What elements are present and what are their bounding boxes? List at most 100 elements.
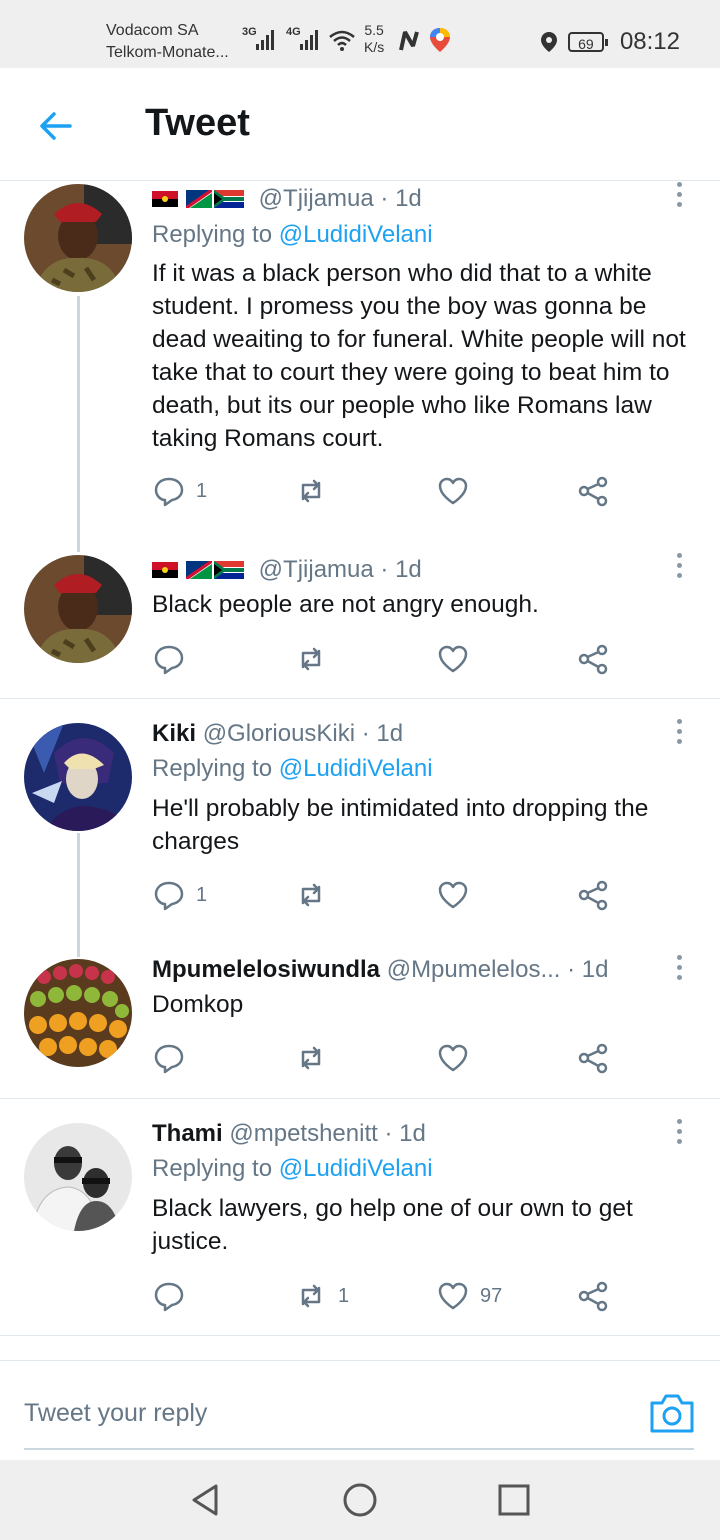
retweet-button[interactable]: 1 (294, 1276, 349, 1316)
tweet-meta: Thami @mpetshenitt · 1d (152, 1119, 426, 1149)
battery-icon: 69 (567, 32, 608, 52)
tweet-3[interactable]: Kiki @GloriousKiki · 1d Replying to @Lud… (0, 699, 720, 957)
tweet-time: · 1d (361, 720, 404, 747)
reply-button[interactable] (152, 639, 196, 679)
like-button[interactable] (436, 639, 480, 679)
tweet-time: · 1d (380, 185, 422, 212)
carrier-2: Telkom-Monate... (106, 44, 229, 61)
tweet-handle[interactable]: @Mpumelelos... (387, 956, 561, 983)
share-icon (578, 644, 608, 675)
retweet-button[interactable] (294, 1038, 338, 1078)
replying-handle-link[interactable]: @LudidiVelani (279, 755, 433, 782)
share-icon (578, 880, 608, 911)
back-arrow-icon[interactable] (36, 106, 76, 146)
avatar[interactable] (24, 723, 132, 831)
tweet-4[interactable]: Mpumelelosiwundla @Mpumelelos... · 1d Do… (0, 935, 720, 1098)
heart-icon (438, 477, 468, 505)
reply-button[interactable] (152, 1038, 196, 1078)
reply-button[interactable] (152, 1276, 196, 1316)
flags-icon (152, 561, 244, 579)
retweet-count: 1 (338, 1284, 350, 1307)
app-header: Tweet (0, 68, 720, 181)
replying-handle-link[interactable]: @LudidiVelani (279, 221, 433, 248)
reply-input[interactable]: Tweet your reply (24, 1399, 207, 1428)
system-nav-bar (0, 1460, 720, 1540)
tweet-author-name[interactable]: Mpumelelosiwundla (152, 956, 380, 983)
like-button[interactable] (436, 1038, 480, 1078)
tweet-text: If it was a black person who did that to… (152, 260, 686, 452)
status-right: 69 08:12 (538, 28, 680, 56)
reply-count: 1 (196, 883, 208, 906)
tweet-actions: 1 (152, 471, 632, 511)
retweet-button[interactable] (294, 875, 338, 915)
avatar[interactable] (24, 1123, 132, 1231)
thread-line (77, 296, 80, 552)
tweet-handle[interactable]: @Tjijamua (259, 556, 374, 583)
recents-square-icon[interactable] (494, 1480, 534, 1520)
tweet-text: Black lawyers, go help one of our own to… (152, 1195, 633, 1255)
network-type-2: 4G (286, 26, 301, 38)
like-button[interactable] (436, 471, 480, 511)
network-speed: 5.5 K/s (364, 22, 385, 55)
tweet-meta: @Tjijamua · 1d (152, 184, 422, 214)
wifi-icon (329, 30, 355, 51)
tweet-handle[interactable]: @mpetshenitt (229, 1120, 377, 1147)
replying-to: Replying to @LudidiVelani (152, 221, 433, 248)
signal-bars-icon (256, 28, 278, 50)
more-options-icon[interactable] (674, 1119, 684, 1149)
tweet-time: · 1d (380, 556, 422, 583)
flags-icon (152, 190, 244, 208)
tweet-5[interactable]: Thami @mpetshenitt · 1d Replying to @Lud… (0, 1099, 720, 1335)
share-icon (578, 1043, 608, 1074)
share-button[interactable] (576, 1038, 610, 1078)
network-type-1: 3G (242, 26, 257, 38)
share-button[interactable] (576, 1276, 610, 1316)
signal-bars-icon (300, 28, 322, 50)
share-button[interactable] (576, 639, 610, 679)
carrier-info: Vodacom SA Telkom-Monate... (106, 20, 229, 64)
share-button[interactable] (576, 471, 610, 511)
camera-icon[interactable] (648, 1391, 696, 1435)
tweet-handle[interactable]: @GloriousKiki (203, 720, 355, 747)
replying-to: Replying to @LudidiVelani (152, 755, 433, 782)
more-options-icon[interactable] (674, 182, 684, 212)
heart-icon (438, 1044, 468, 1072)
back-triangle-icon[interactable] (186, 1480, 226, 1520)
more-options-icon[interactable] (674, 719, 684, 749)
tweet-1[interactable]: @Tjijamua · 1d Replying to @LudidiVelani… (0, 180, 720, 552)
retweet-icon (301, 883, 321, 907)
like-count: 97 (480, 1284, 503, 1307)
reply-count: 1 (196, 479, 208, 502)
more-options-icon[interactable] (674, 955, 684, 985)
reply-button[interactable]: 1 (152, 471, 207, 511)
clock: 08:12 (619, 28, 680, 55)
retweet-icon (301, 1046, 321, 1070)
like-button[interactable]: 97 (436, 1276, 502, 1316)
tweet-2[interactable]: @Tjijamua · 1d Black people are not angr… (0, 550, 720, 698)
replying-handle-link[interactable]: @LudidiVelani (279, 1155, 433, 1182)
nfc-icon (399, 31, 419, 51)
reply-icon (154, 1282, 184, 1312)
retweet-button[interactable] (294, 639, 338, 679)
reply-button[interactable]: 1 (152, 875, 207, 915)
heart-icon (438, 1282, 468, 1310)
retweet-button[interactable] (294, 471, 338, 511)
like-button[interactable] (436, 875, 480, 915)
tweet-text: Domkop (152, 991, 244, 1018)
tweet-handle[interactable]: @Tjijamua (259, 185, 374, 212)
avatar[interactable] (24, 555, 132, 663)
avatar[interactable] (24, 959, 132, 1067)
reply-icon (154, 645, 184, 675)
replying-to: Replying to @LudidiVelani (152, 1155, 433, 1182)
share-button[interactable] (576, 875, 610, 915)
home-circle-icon[interactable] (340, 1480, 380, 1520)
tweet-text: He'll probably be intimidated into dropp… (152, 795, 649, 855)
avatar[interactable] (24, 184, 132, 292)
reply-input-underline (24, 1448, 694, 1450)
tweet-time: · 1d (567, 956, 609, 983)
reply-icon (154, 477, 184, 507)
tweet-author-name[interactable]: Kiki (152, 720, 196, 747)
retweet-icon (301, 647, 321, 671)
more-options-icon[interactable] (674, 553, 684, 583)
tweet-author-name[interactable]: Thami (152, 1120, 223, 1147)
